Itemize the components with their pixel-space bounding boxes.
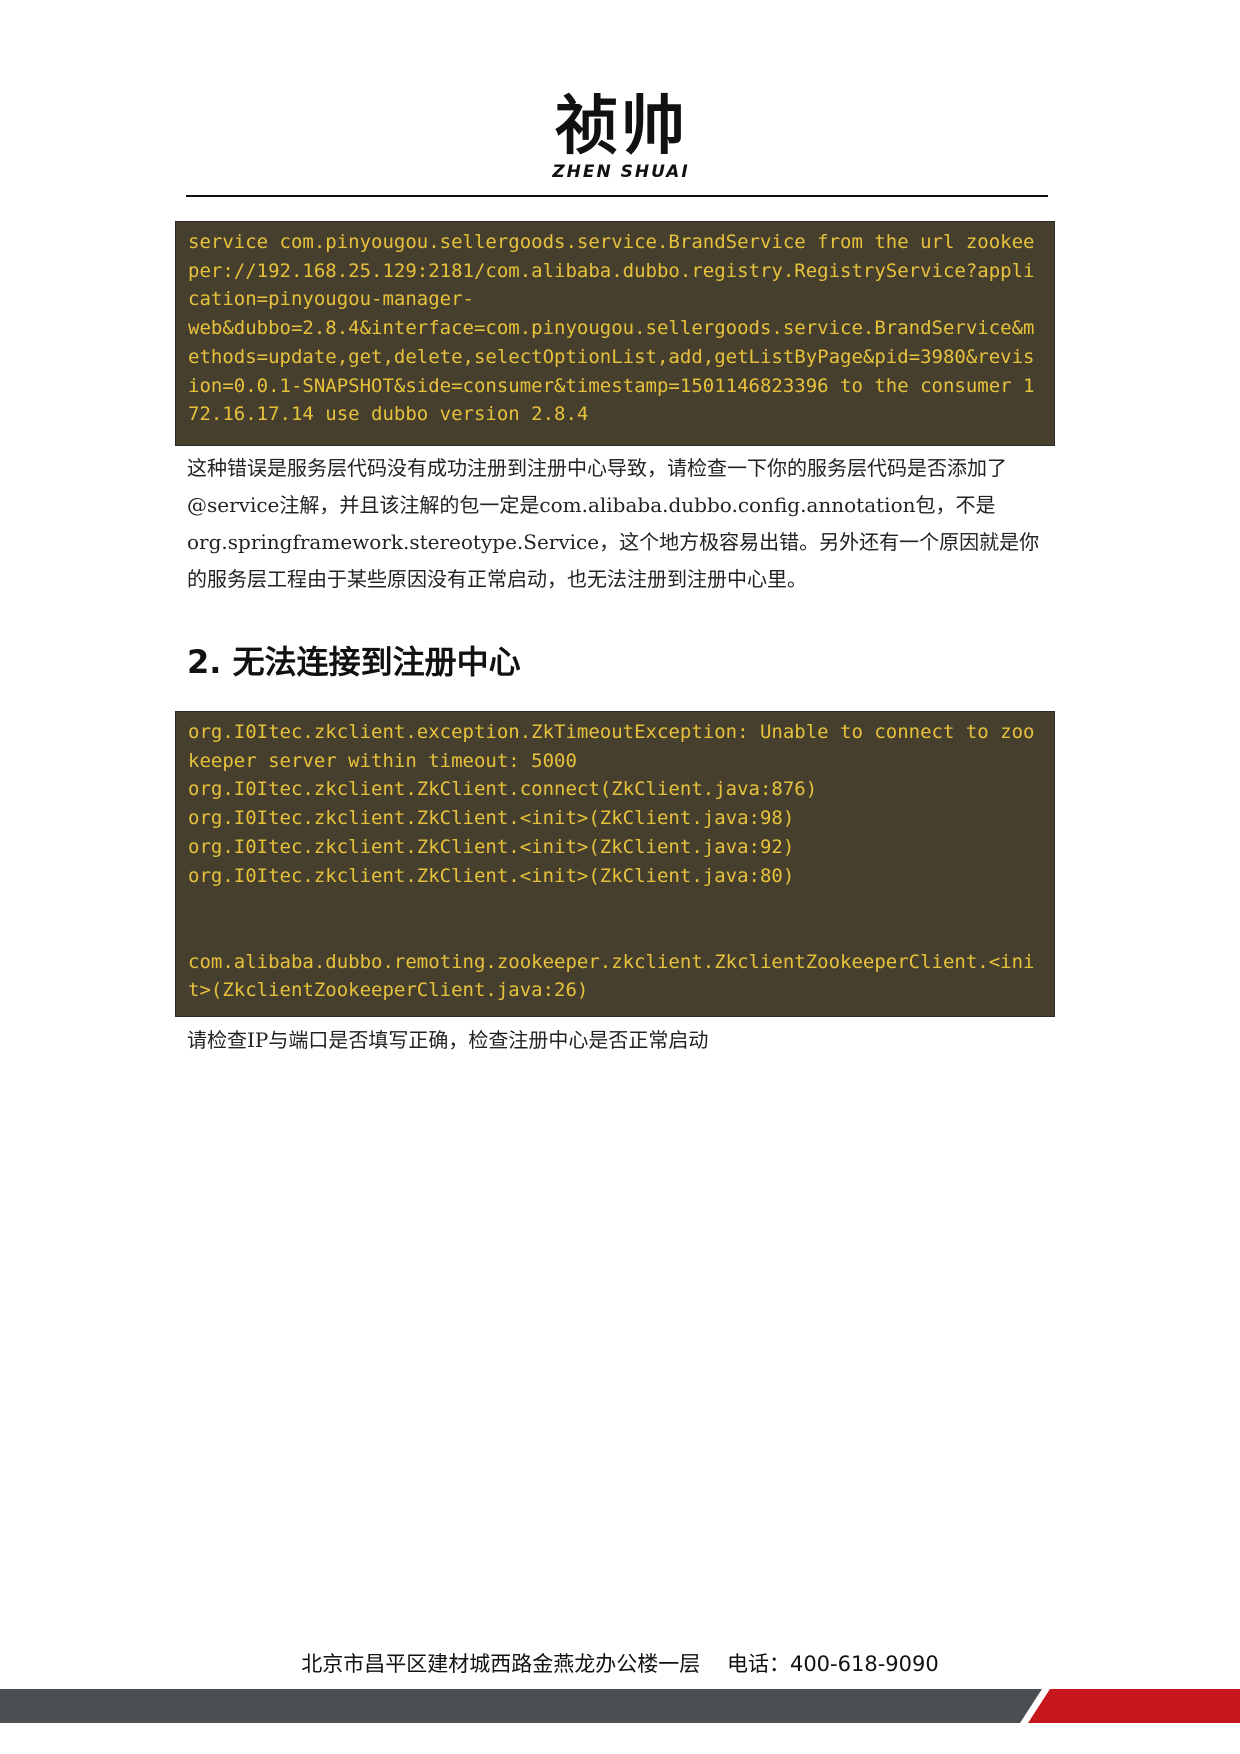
- logo-chinese-text: 祯帅: [555, 90, 687, 164]
- solution-paragraph: 请检查IP与端口是否填写正确，检查注册中心是否正常启动: [187, 1028, 709, 1052]
- code-block-error-log: service com.pinyougou.sellergoods.servic…: [175, 221, 1055, 446]
- code-line: com.alibaba.dubbo.remoting.zookeeper.zkc…: [188, 950, 1035, 1002]
- explanation-paragraph: 这种错误是服务层代码没有成功注册到注册中心导致，请检查一下你的服务层代码是否添加…: [187, 456, 1040, 591]
- footer-phone: 电话：400-618-9090: [726, 1652, 939, 1676]
- code-line: org.I0Itec.zkclient.ZkClient.<init>(ZkCl…: [188, 864, 795, 887]
- code-line-blank: ​: [188, 890, 1042, 919]
- section-heading: 2. 无法连接到注册中心: [187, 643, 521, 681]
- code-block-stack-trace: org.I0Itec.zkclient.exception.ZkTimeoutE…: [175, 711, 1055, 1017]
- logo-english-text: ZHEN SHUAI: [552, 162, 690, 182]
- footer-contact: 北京市昌平区建材城西路金燕龙办公楼一层 电话：400-618-9090: [0, 1648, 1240, 1680]
- code-line: org.I0Itec.zkclient.ZkClient.<init>(ZkCl…: [188, 807, 795, 830]
- footer-decorative-bar: [0, 1689, 1240, 1723]
- code-line: service com.pinyougou.sellergoods.servic…: [188, 231, 1035, 311]
- code-line: org.I0Itec.zkclient.ZkClient.connect(ZkC…: [188, 778, 818, 801]
- code-line: org.I0Itec.zkclient.exception.ZkTimeoutE…: [188, 721, 1035, 772]
- footer-bar-dark-segment: [0, 1689, 1042, 1723]
- footer-bar-red-segment: [1028, 1689, 1240, 1723]
- code-line: web&dubbo=2.8.4&interface=com.pinyougou.…: [188, 317, 1035, 426]
- footer-address: 北京市昌平区建材城西路金燕龙办公楼一层: [301, 1652, 701, 1676]
- code-line: org.I0Itec.zkclient.ZkClient.<init>(ZkCl…: [188, 835, 795, 858]
- header-divider: [186, 195, 1048, 197]
- code-line-blank: ​: [188, 919, 1042, 948]
- brand-logo: 祯帅 ZHEN SHUAI: [548, 92, 694, 182]
